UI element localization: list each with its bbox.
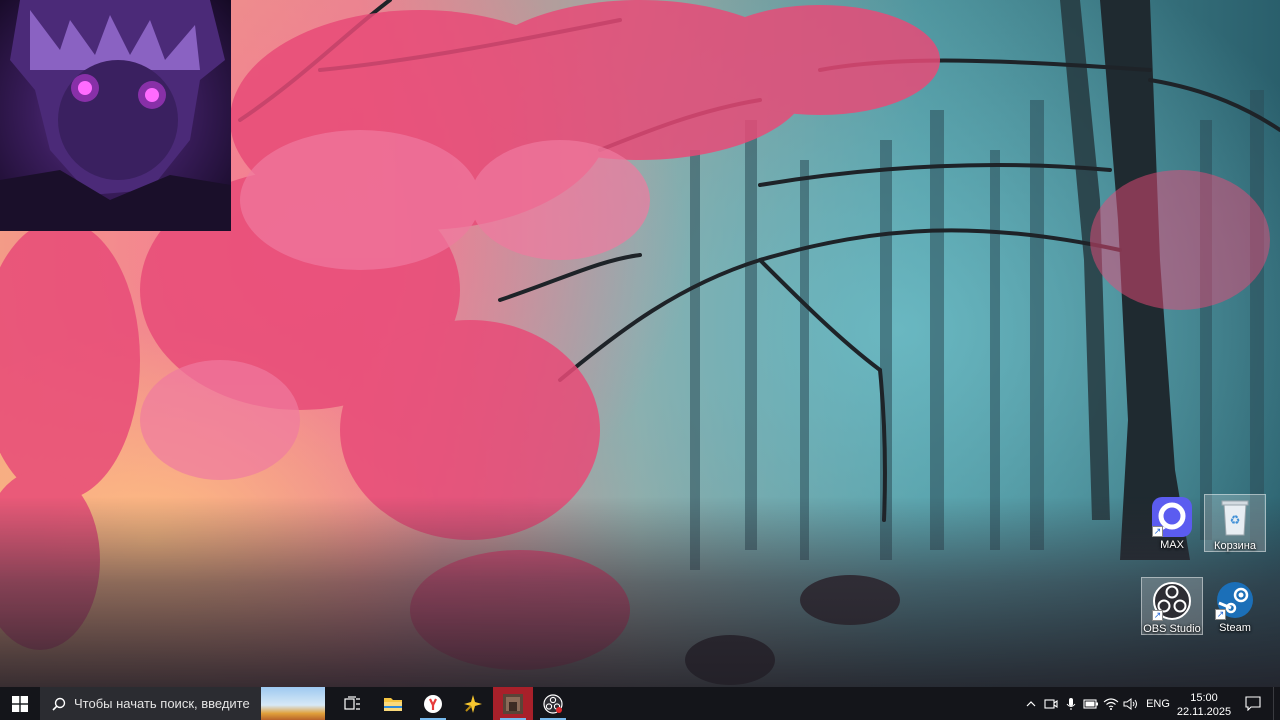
desktop-icon-steam[interactable]: ↗ Steam: [1204, 577, 1266, 635]
taskbar-sparkle-app[interactable]: [453, 687, 493, 720]
tray-volume[interactable]: [1121, 687, 1141, 720]
chevron-up-icon: [1026, 700, 1036, 706]
start-button[interactable]: [0, 687, 40, 720]
clock-date: 22.11.2025: [1176, 705, 1232, 718]
battery-icon: [1083, 698, 1098, 709]
desktop-icon-recycle-bin[interactable]: ♻ Корзина: [1204, 494, 1266, 552]
game-app-icon: [503, 693, 523, 714]
windows-logo-icon: [12, 695, 28, 712]
shortcut-arrow-icon: ↗: [1152, 526, 1163, 537]
desktop-icon-obs-studio[interactable]: ↗ OBS Studio: [1141, 577, 1203, 635]
clock[interactable]: 15:00 22.11.2025: [1175, 689, 1233, 719]
task-view-button[interactable]: [333, 687, 373, 720]
tray-wifi[interactable]: [1101, 687, 1121, 720]
svg-text:♻: ♻: [1230, 513, 1241, 527]
taskbar-yandex-browser[interactable]: [413, 687, 453, 720]
wifi-icon: [1103, 697, 1119, 710]
action-center-button[interactable]: [1233, 696, 1273, 711]
file-explorer-icon: [384, 697, 402, 711]
taskbar-obs-studio[interactable]: [533, 687, 573, 720]
notification-icon: [1245, 696, 1261, 711]
search-placeholder: Чтобы начать поиск, введите: [74, 696, 250, 711]
tray-meet-now[interactable]: [1041, 687, 1061, 720]
speaker-icon: [1123, 697, 1137, 710]
desktop-icon-label: Корзина: [1214, 540, 1256, 552]
language-indicator[interactable]: ENG: [1141, 698, 1175, 710]
search-highlight-image: [261, 687, 325, 720]
tray-microphone[interactable]: [1061, 687, 1081, 720]
recycle-bin-icon: ♻: [1221, 500, 1249, 536]
forest-ground: [0, 497, 1280, 687]
shortcut-arrow-icon: ↗: [1215, 609, 1226, 620]
tray-battery[interactable]: [1081, 687, 1101, 720]
anime-character-artwork: [0, 0, 231, 231]
show-hidden-icons-button[interactable]: [1021, 687, 1041, 720]
search-icon: [52, 697, 66, 711]
obs-studio-icon: [543, 693, 563, 714]
taskbar-file-explorer[interactable]: [373, 687, 413, 720]
taskbar: Чтобы начать поиск, введите ENG 15:00 22…: [0, 687, 1280, 720]
camera-icon: [1044, 698, 1058, 709]
microphone-icon: [1066, 697, 1076, 710]
task-view-icon: [344, 695, 360, 710]
yandex-browser-icon: [424, 694, 442, 713]
desktop-icon-label: Steam: [1219, 622, 1251, 634]
taskbar-search-box[interactable]: Чтобы начать поиск, введите: [40, 687, 325, 720]
desktop-icon-label: OBS Studio: [1143, 623, 1201, 635]
webcam-overlay-image: [0, 0, 231, 231]
show-desktop-button[interactable]: [1273, 687, 1280, 720]
desktop-icon-max[interactable]: ↗ MAX: [1141, 494, 1203, 552]
system-tray: ENG 15:00 22.11.2025: [1021, 687, 1280, 720]
clock-time: 15:00: [1190, 691, 1218, 704]
shortcut-arrow-icon: ↗: [1152, 610, 1163, 621]
desktop-icon-label: MAX: [1160, 539, 1184, 551]
taskbar-game-app[interactable]: [493, 687, 533, 720]
sparkle-app-icon: [464, 694, 482, 713]
